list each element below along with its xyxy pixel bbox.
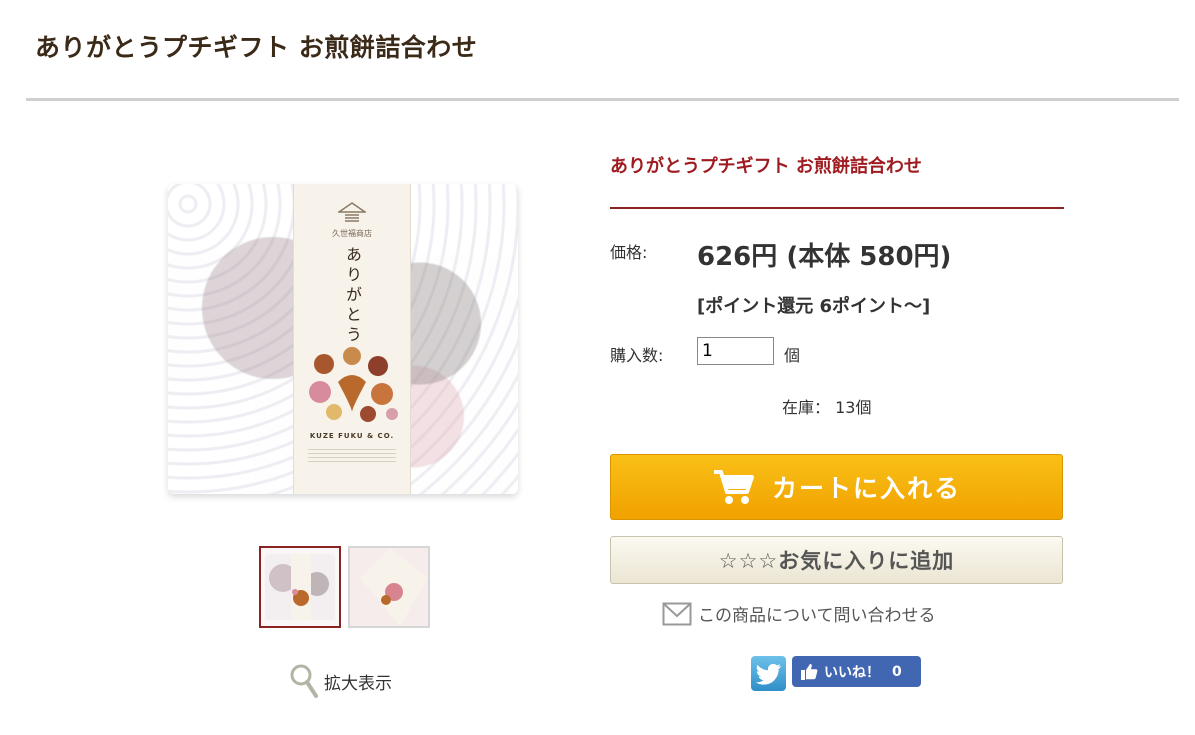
magnifier-icon — [290, 664, 318, 698]
thumbnail-side-image — [350, 548, 428, 626]
product-main-image[interactable]: 久世福商店 ありがとう KUZE FUKU & CO. — [168, 184, 518, 494]
points-info: [ポイント還元 6ポイント〜] — [697, 296, 931, 317]
house-logo-icon — [338, 202, 366, 222]
price-label: 価格: — [610, 243, 648, 262]
quantity-unit: 個 — [784, 346, 801, 365]
twitter-bird-icon — [755, 663, 781, 685]
quantity-label: 購入数: — [610, 346, 664, 365]
zoom-link[interactable]: 拡大表示 — [290, 664, 392, 698]
add-to-favorites-button[interactable]: ☆☆☆お気に入りに追加 — [610, 536, 1063, 584]
package-vertical-text: ありがとう — [343, 246, 362, 346]
product-inquiry-link[interactable]: この商品について問い合わせる — [662, 601, 936, 626]
thumbnail-side[interactable] — [348, 546, 430, 628]
envelope-icon — [662, 602, 692, 625]
thumbnail-front-image — [265, 554, 335, 620]
facebook-like-button[interactable]: いいね！ 0 — [792, 656, 921, 687]
package-shop-name: 久世福商店 — [332, 229, 372, 238]
product-name-divider — [610, 207, 1064, 209]
add-to-cart-button[interactable]: カートに入れる — [610, 454, 1063, 520]
add-to-favorites-label: ☆☆☆お気に入りに追加 — [718, 549, 955, 573]
rice-cracker-illustration — [309, 347, 398, 422]
product-name: ありがとうプチギフト お煎餅詰合わせ — [610, 156, 922, 177]
thumbs-up-icon — [801, 663, 818, 680]
thumbnail-front[interactable] — [259, 546, 341, 628]
package-label-band: 久世福商店 ありがとう KUZE FUKU & CO. — [293, 184, 411, 494]
zoom-label: 拡大表示 — [324, 673, 392, 694]
package-fine-print — [308, 446, 396, 464]
package-brand: KUZE FUKU & CO. — [309, 432, 395, 440]
add-to-cart-label: カートに入れる — [771, 474, 961, 503]
cart-icon — [713, 470, 754, 504]
quantity-input[interactable] — [697, 337, 774, 365]
like-label: いいね！ — [824, 664, 880, 681]
title-divider — [26, 98, 1179, 101]
page-title: ありがとうプチギフト お煎餅詰合わせ — [35, 33, 478, 62]
price-value: 626円 (本体 580円) — [697, 242, 952, 272]
twitter-share-button[interactable] — [751, 656, 786, 691]
stock-status: 在庫： 13個 — [782, 398, 872, 417]
product-inquiry-label: この商品について問い合わせる — [698, 606, 936, 626]
like-count: 0 — [892, 663, 902, 680]
